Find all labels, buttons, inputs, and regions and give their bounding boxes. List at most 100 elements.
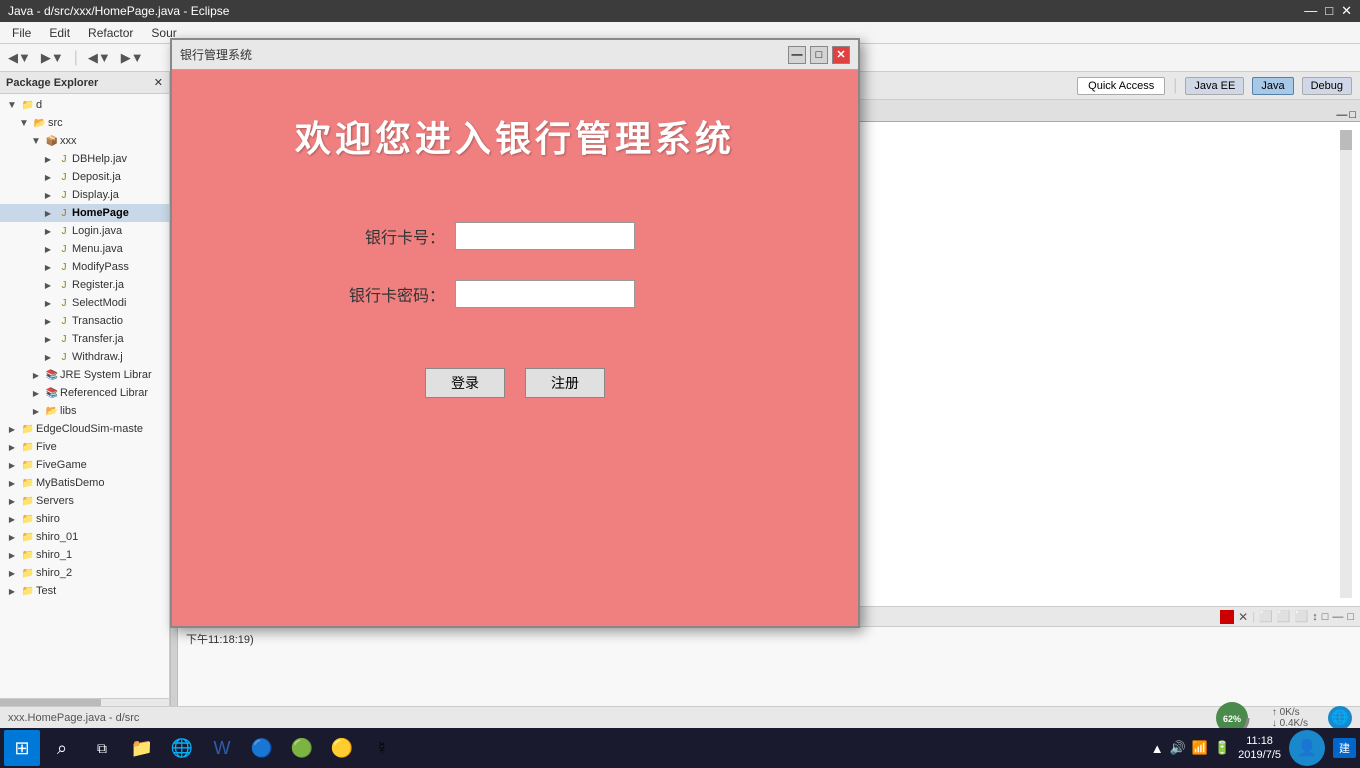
user-avatar[interactable]: 👤 (1289, 730, 1325, 766)
minimize-editor-icon[interactable]: — (1336, 109, 1347, 121)
console-ctrl4[interactable]: ↕ (1312, 611, 1318, 623)
console-controls: ✕ | ⬜ ⬜ ⬜ ↕ □ — □ (1220, 610, 1354, 624)
taskbar-app3[interactable]: 🟡 (324, 730, 360, 766)
taskbar-eclipse[interactable]: ☿ (364, 730, 400, 766)
taskbar-taskview[interactable]: ⧉ (84, 730, 120, 766)
console-ctrl1[interactable]: ⬜ (1259, 610, 1273, 623)
chevron-right-icon: ▶ (40, 241, 56, 257)
tree-item-servers[interactable]: ▶ 📁 Servers (0, 492, 169, 510)
tree-item-test[interactable]: ▶ 📁 Test (0, 582, 169, 600)
tree-item-homepage[interactable]: ▶ J HomePage (0, 204, 169, 222)
tray-icon-2[interactable]: 🔊 (1170, 740, 1186, 756)
menu-edit[interactable]: Edit (41, 24, 78, 42)
register-button[interactable]: 注册 (525, 368, 605, 398)
dialog-minimize-btn[interactable]: — (788, 46, 806, 64)
tree-item-edgecloud[interactable]: ▶ 📁 EdgeCloudSim-maste (0, 420, 169, 438)
start-button[interactable]: ⊞ (4, 730, 40, 766)
menu-refactor[interactable]: Refactor (80, 24, 141, 42)
java-file-icon: J (56, 169, 72, 185)
tree-label: Login.java (72, 225, 122, 237)
taskbar-clock[interactable]: 11:18 2019/7/5 (1238, 734, 1281, 763)
java-file-icon: J (56, 277, 72, 293)
tree-item-login[interactable]: ▶ J Login.java (0, 222, 169, 240)
chevron-right-icon: ▶ (40, 331, 56, 347)
tree-item-modifypass[interactable]: ▶ J ModifyPass (0, 258, 169, 276)
tree-item-five[interactable]: ▶ 📁 Five (0, 438, 169, 456)
chevron-right-icon: ▶ (4, 421, 20, 437)
tree-scrollbar-h[interactable] (0, 698, 169, 706)
maximize-btn[interactable]: □ (1325, 3, 1333, 19)
tree-label: shiro_01 (36, 531, 78, 543)
minimize-btn[interactable]: — (1304, 3, 1317, 19)
tree-item-transaction[interactable]: ▶ J Transactio (0, 312, 169, 330)
card-password-input[interactable] (455, 280, 635, 308)
toolbar-back[interactable]: ◀▼ (4, 48, 35, 68)
tree-item-display[interactable]: ▶ J Display.ja (0, 186, 169, 204)
toolbar-nav2[interactable]: ▶▼ (117, 48, 148, 68)
card-number-input[interactable] (455, 222, 635, 250)
console-stop-icon[interactable] (1220, 610, 1234, 624)
console-ctrl6[interactable]: — (1332, 611, 1343, 623)
tree-item-transfer[interactable]: ▶ J Transfer.ja (0, 330, 169, 348)
taskbar-end-btn[interactable]: 建 (1333, 738, 1356, 758)
chevron-right-icon: ▶ (28, 403, 44, 419)
tree-item-deposit[interactable]: ▶ J Deposit.ja (0, 168, 169, 186)
tree-item-dbhelp[interactable]: ▶ J DBHelp.jav (0, 150, 169, 168)
tray-icon-4[interactable]: 🔋 (1214, 740, 1230, 756)
login-button[interactable]: 登录 (425, 368, 505, 398)
tree-item-reflib[interactable]: ▶ 📚 Referenced Librar (0, 384, 169, 402)
editor-scrollbar[interactable] (1340, 130, 1352, 598)
bank-main-title: 欢迎您进入银行管理系统 (295, 110, 735, 162)
tree-item-mybatisdemo[interactable]: ▶ 📁 MyBatisDemo (0, 474, 169, 492)
tree-item-shiro2[interactable]: ▶ 📁 shiro_2 (0, 564, 169, 582)
console-ctrl7[interactable]: □ (1347, 611, 1354, 623)
eclipse-title: Java - d/src/xxx/HomePage.java - Eclipse (8, 4, 229, 18)
taskbar-search[interactable]: ⌕ (44, 730, 80, 766)
tree-label: JRE System Librar (60, 369, 152, 381)
folder-icon: 📁 (131, 738, 153, 759)
dialog-close-btn[interactable]: ✕ (832, 46, 850, 64)
clock-date: 2019/7/5 (1238, 748, 1281, 762)
system-tray: ▲ 🔊 📶 🔋 (1151, 740, 1230, 756)
tree-item-withdraw[interactable]: ▶ J Withdraw.j (0, 348, 169, 366)
maximize-editor-icon[interactable]: □ (1349, 109, 1356, 121)
chevron-right-icon: ▶ (4, 529, 20, 545)
tree-item-register[interactable]: ▶ J Register.ja (0, 276, 169, 294)
tree-item-d[interactable]: ▼ 📁 d (0, 96, 169, 114)
taskbar-app2[interactable]: 🟢 (284, 730, 320, 766)
tree-label: Test (36, 585, 56, 597)
tree-item-shiro01[interactable]: ▶ 📁 shiro_01 (0, 528, 169, 546)
taskbar-app1[interactable]: 🔵 (244, 730, 280, 766)
console-ctrl2[interactable]: ⬜ (1277, 610, 1291, 623)
tree-item-jre[interactable]: ▶ 📚 JRE System Librar (0, 366, 169, 384)
quick-access-button[interactable]: Quick Access (1077, 77, 1165, 95)
java-ee-perspective[interactable]: Java EE (1185, 77, 1244, 95)
java-perspective[interactable]: Java (1252, 77, 1293, 95)
tree-item-src[interactable]: ▼ 📂 src (0, 114, 169, 132)
tree-item-xxx[interactable]: ▼ 📦 xxx (0, 132, 169, 150)
close-btn[interactable]: ✕ (1341, 3, 1352, 19)
debug-perspective[interactable]: Debug (1302, 77, 1352, 95)
tree-item-selectmodi[interactable]: ▶ J SelectModi (0, 294, 169, 312)
taskbar-files[interactable]: 📁 (124, 730, 160, 766)
tree-item-fivegame[interactable]: ▶ 📁 FiveGame (0, 456, 169, 474)
taskbar-word[interactable]: W (204, 730, 240, 766)
tree-item-shiro1[interactable]: ▶ 📁 shiro_1 (0, 546, 169, 564)
library-icon: 📚 (44, 385, 60, 401)
console-ctrl3[interactable]: ⬜ (1294, 610, 1308, 623)
tree-item-libs[interactable]: ▶ 📂 libs (0, 402, 169, 420)
chevron-right-icon: ▶ (40, 151, 56, 167)
tray-icon-1[interactable]: ▲ (1151, 741, 1164, 756)
dialog-maximize-btn[interactable]: □ (810, 46, 828, 64)
taskbar-chrome[interactable]: 🌐 (164, 730, 200, 766)
tray-icon-3[interactable]: 📶 (1192, 740, 1208, 756)
console-ctrl5[interactable]: □ (1322, 611, 1329, 623)
console-clear-icon[interactable]: ✕ (1238, 610, 1248, 624)
toolbar-forward[interactable]: ▶▼ (37, 48, 68, 68)
tree-item-shiro[interactable]: ▶ 📁 shiro (0, 510, 169, 528)
network-speed: ↑ 0K/s ↓ 0.4K/s (1272, 707, 1308, 729)
toolbar-nav1[interactable]: ◀▼ (84, 48, 115, 68)
menu-file[interactable]: File (4, 24, 39, 42)
panel-header-close[interactable]: ✕ (154, 76, 163, 89)
tree-item-menu[interactable]: ▶ J Menu.java (0, 240, 169, 258)
